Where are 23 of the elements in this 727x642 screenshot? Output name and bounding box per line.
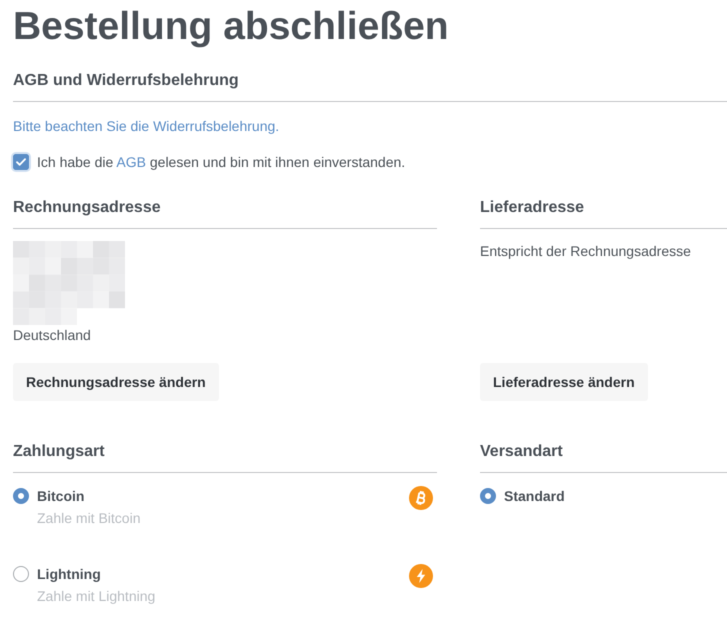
delivery-address-note: Entspricht der Rechnungsadresse <box>480 242 691 261</box>
page-title: Bestellung abschließen <box>13 4 449 50</box>
lightning-bolt-icon <box>409 564 433 588</box>
section-heading: Rechnungsadresse <box>13 198 161 218</box>
radio-button[interactable] <box>13 566 29 582</box>
section-heading: Versandart <box>480 442 563 462</box>
consent-text: Ich habe die AGB gelesen und bin mit ihnen einverstanden. <box>37 153 406 172</box>
radio-button[interactable] <box>13 488 29 504</box>
section-heading: AGB und Widerrufsbelehrung <box>13 71 239 91</box>
change-delivery-address-button[interactable]: Lieferadresse ändern <box>480 363 648 401</box>
change-billing-address-button[interactable]: Rechnungsadresse ändern <box>13 363 219 401</box>
shipping-option-label: Standard <box>504 487 565 506</box>
payment-option-description: Zahle mit Lightning <box>37 587 156 606</box>
coin-icon <box>409 486 433 510</box>
radio-button[interactable] <box>480 488 496 504</box>
address-line: Deutschland <box>13 326 91 345</box>
checkmark-icon <box>16 158 26 166</box>
section-heading: Zahlungsart <box>13 442 105 462</box>
section-heading: Lieferadresse <box>480 198 584 218</box>
payment-option-label: Bitcoin <box>37 487 84 506</box>
payment-option-label: Lightning <box>37 565 101 584</box>
payment-option-description: Zahle mit Bitcoin <box>37 509 140 528</box>
checkbox[interactable] <box>11 152 31 172</box>
